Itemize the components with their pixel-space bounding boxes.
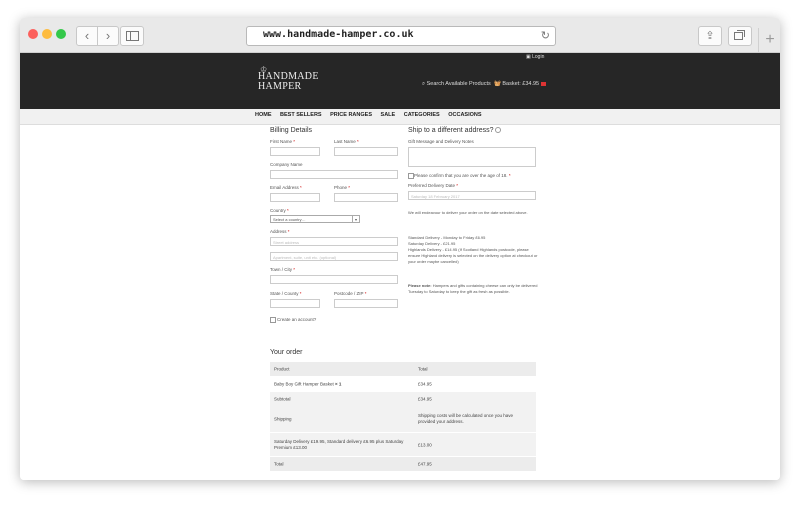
gift-notes-label: Gift Message and Delivery Notes bbox=[408, 139, 474, 144]
total-label: Total bbox=[274, 461, 284, 467]
reload-icon[interactable]: ↻ bbox=[541, 29, 550, 42]
address-line2-input[interactable]: Apartment, suite, unit etc. (optional) bbox=[270, 252, 398, 261]
create-account-checkbox[interactable] bbox=[270, 317, 276, 323]
col-total-header: Total bbox=[418, 366, 428, 372]
nav-price-ranges[interactable]: PRICE RANGES bbox=[330, 112, 372, 118]
sidebar-toggle-button[interactable] bbox=[120, 26, 144, 46]
chevron-down-icon: ▾ bbox=[352, 216, 359, 222]
billing-title: Billing Details bbox=[270, 127, 313, 134]
search-icon: ⌕ bbox=[422, 81, 426, 87]
saturday-delivery-value: £13.00 bbox=[418, 442, 432, 447]
forward-button[interactable]: › bbox=[97, 26, 119, 46]
nav-occasions[interactable]: OCCASIONS bbox=[448, 112, 481, 118]
delivery-rate-highlands: Highlands Delivery - £14.95 (If Scotland… bbox=[408, 247, 538, 264]
create-account-label: Create an account? bbox=[277, 317, 317, 322]
first-name-input[interactable] bbox=[270, 147, 320, 156]
checkout-content: Billing Details First Name * Last Name *… bbox=[20, 125, 780, 480]
sidebar-icon bbox=[126, 31, 139, 41]
subtotal-row: Subtotal £34.95 bbox=[270, 392, 536, 406]
shipping-row: Shipping Shipping costs will be calculat… bbox=[270, 406, 536, 432]
order-item-name: Baby Boy Gift Hamper Basket × 1 bbox=[274, 381, 342, 387]
basket-icon: 🧺 bbox=[494, 81, 501, 87]
country-label: Country * bbox=[270, 208, 289, 213]
delivery-date-input[interactable]: Saturday 18 February 2017 bbox=[408, 191, 536, 200]
town-label: Town / City * bbox=[270, 267, 296, 272]
table-row: Baby Boy Gift Hamper Basket × 1 £34.95 bbox=[270, 376, 536, 392]
saturday-delivery-label: Saturday Delivery £19.95, Standard deliv… bbox=[274, 438, 404, 450]
state-label: State / County * bbox=[270, 291, 302, 296]
phone-label: Phone * bbox=[334, 185, 351, 190]
order-title: Your order bbox=[270, 349, 303, 356]
postcode-input[interactable] bbox=[334, 299, 398, 308]
logo-line2: HAMPER bbox=[258, 81, 302, 92]
share-icon: ⇪ bbox=[705, 30, 715, 42]
last-name-label: Last Name * bbox=[334, 139, 359, 144]
first-name-label: First Name * bbox=[270, 139, 296, 144]
gift-notes-textarea[interactable] bbox=[408, 147, 536, 167]
nav-sale[interactable]: SALE bbox=[381, 112, 396, 118]
state-input[interactable] bbox=[270, 299, 320, 308]
total-row: Total £47.95 bbox=[270, 456, 536, 471]
tabs-overview-button[interactable] bbox=[728, 26, 752, 46]
order-table: Product Total Baby Boy Gift Hamper Baske… bbox=[270, 362, 536, 471]
postcode-label: Postcode / ZIP * bbox=[334, 291, 367, 296]
web-page: ▣ Login ♔ HANDMADE HAMPER ⌕ Search Avail… bbox=[20, 53, 780, 480]
close-window-button[interactable] bbox=[28, 29, 38, 39]
email-label: Email Address * bbox=[270, 185, 302, 190]
forward-icon: › bbox=[105, 28, 111, 43]
age-confirm-label: Please confirm that you are over the age… bbox=[414, 173, 511, 178]
shipping-value: Shipping costs will be calculated once y… bbox=[418, 413, 514, 424]
ship-different-title: Ship to a different address? bbox=[408, 127, 502, 134]
address-line1-input[interactable]: Street address bbox=[270, 237, 398, 246]
table-header-row: Product Total bbox=[270, 362, 536, 376]
delivery-note: We will endeavour to deliver your order … bbox=[408, 210, 528, 215]
browser-toolbar: ‹ › www.handmade-hamper.co.uk ↻ ⇪ + bbox=[20, 18, 780, 53]
subtotal-label: Subtotal bbox=[274, 396, 291, 402]
address-label: Address * bbox=[270, 229, 290, 234]
shipping-label: Shipping bbox=[274, 416, 292, 422]
subtotal-value: £34.95 bbox=[418, 396, 432, 402]
site-header: ▣ Login ♔ HANDMADE HAMPER ⌕ Search Avail… bbox=[20, 53, 780, 109]
order-item-total: £34.95 bbox=[418, 381, 432, 387]
company-input[interactable] bbox=[270, 170, 398, 179]
main-nav: HOME BEST SELLERS PRICE RANGES SALE CATE… bbox=[20, 109, 780, 125]
search-link[interactable]: ⌕ Search Available Products bbox=[422, 81, 491, 88]
saturday-delivery-row: Saturday Delivery £19.95, Standard deliv… bbox=[270, 432, 536, 456]
back-icon: ‹ bbox=[84, 28, 90, 43]
ship-different-checkbox[interactable] bbox=[495, 127, 502, 134]
last-name-input[interactable] bbox=[334, 147, 398, 156]
delivery-date-label: Preferred Delivery Date * bbox=[408, 183, 459, 188]
email-input[interactable] bbox=[270, 193, 320, 202]
town-input[interactable] bbox=[270, 275, 398, 284]
country-select[interactable]: Select a country… ▾ bbox=[270, 215, 360, 223]
company-label: Company Name bbox=[270, 162, 303, 167]
new-tab-button[interactable]: + bbox=[758, 28, 780, 52]
url-text: www.handmade-hamper.co.uk bbox=[263, 29, 414, 40]
back-button[interactable]: ‹ bbox=[76, 26, 98, 46]
site-logo[interactable]: ♔ HANDMADE HAMPER bbox=[258, 65, 320, 101]
browser-window: ‹ › www.handmade-hamper.co.uk ↻ ⇪ + ▣ Lo… bbox=[20, 18, 780, 480]
basket-badge bbox=[541, 81, 547, 86]
login-link[interactable]: ▣ Login bbox=[526, 54, 544, 60]
col-product-header: Product bbox=[274, 366, 290, 372]
cheese-delivery-note: Please note: Hampers and gifts containin… bbox=[408, 283, 538, 294]
phone-input[interactable] bbox=[334, 193, 398, 202]
minimize-window-button[interactable] bbox=[42, 29, 52, 39]
nav-best-sellers[interactable]: BEST SELLERS bbox=[280, 112, 322, 118]
nav-categories[interactable]: CATEGORIES bbox=[404, 112, 440, 118]
share-button[interactable]: ⇪ bbox=[698, 26, 722, 46]
maximize-window-button[interactable] bbox=[56, 29, 66, 39]
nav-home[interactable]: HOME bbox=[255, 112, 272, 118]
address-bar[interactable]: www.handmade-hamper.co.uk ↻ bbox=[246, 26, 556, 46]
basket-link[interactable]: 🧺 Basket: £34.95 bbox=[494, 81, 547, 87]
total-value: £47.95 bbox=[418, 461, 432, 467]
